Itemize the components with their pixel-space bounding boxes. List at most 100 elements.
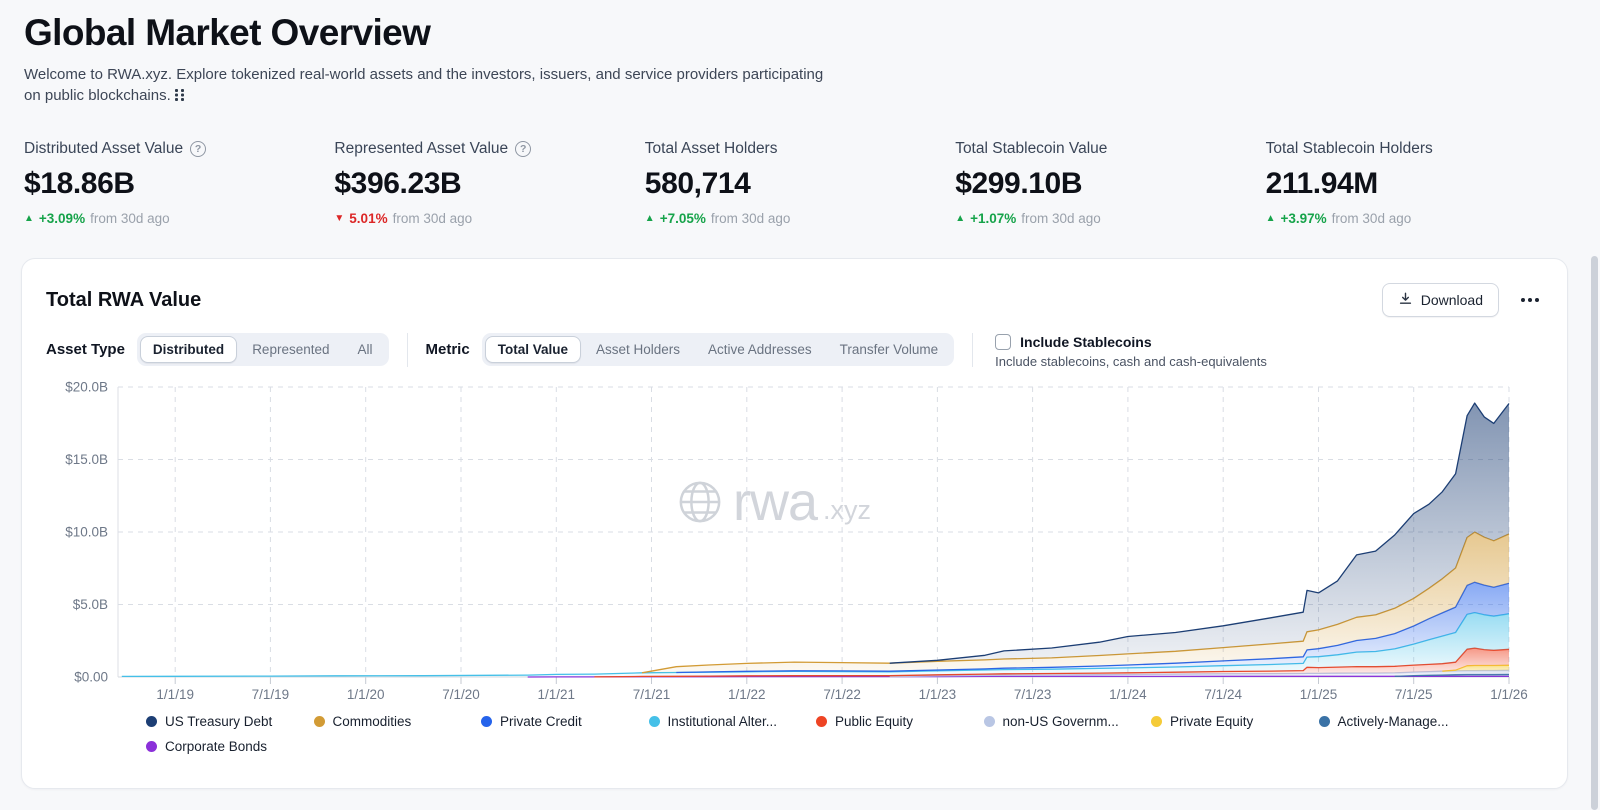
include-stablecoins-checkbox[interactable] [995,334,1012,350]
delta-suffix: from 30d ago [90,211,170,226]
stat-card-total-stablecoin-holders: Total Stablecoin Holders 211.94M ▲ +3.97%… [1266,140,1576,226]
legend-dot [481,715,492,727]
page-subtitle: Welcome to RWA.xyz. Explore tokenized re… [24,64,824,108]
delta-percent: +1.07% [970,211,1017,226]
legend-label: Public Equity [835,713,914,729]
page-subtitle-text: Welcome to RWA.xyz. Explore tokenized re… [24,66,824,104]
svg-text:1/1/25: 1/1/25 [1300,687,1338,702]
stat-label: Distributed Asset Value [24,140,184,157]
delta-suffix: from 30d ago [1331,211,1412,226]
include-stablecoins-label: Include Stablecoins [1020,334,1152,350]
svg-text:$20.0B: $20.0B [65,380,108,395]
svg-text:1/1/26: 1/1/26 [1490,687,1528,702]
svg-text:$10.0B: $10.0B [65,525,108,540]
help-icon[interactable]: ? [515,141,532,157]
metric-option-transfer-volume[interactable]: Transfer Volume [827,336,952,363]
legend-dot [983,715,995,727]
stat-label: Total Stablecoin Holders [1265,140,1433,157]
svg-text:7/1/20: 7/1/20 [442,687,480,702]
legend-dot [146,740,157,752]
svg-text:1/1/21: 1/1/21 [538,687,576,702]
page-header: Global Market Overview Welcome to RWA.xy… [24,12,824,108]
asset-type-option-represented[interactable]: Represented [239,336,342,363]
svg-text:7/1/19: 7/1/19 [252,687,290,702]
legend-item-actively-managed[interactable]: Actively-Manage... [1318,711,1487,731]
delta-arrow-icon: ▲ [24,213,34,224]
svg-text:1/1/24: 1/1/24 [1109,687,1147,702]
svg-text:$0.00: $0.00 [74,670,108,685]
delta-arrow-icon: ▲ [1265,213,1276,224]
legend-item-private-credit[interactable]: Private Credit [481,711,649,731]
svg-text:1/1/23: 1/1/23 [919,687,957,702]
delta-percent: +7.05% [659,211,706,226]
download-button[interactable]: Download [1381,283,1499,317]
delta-suffix: from 30d ago [392,211,473,226]
asset-type-label: Asset Type [46,341,125,358]
legend-item-corporate-bonds[interactable]: Corporate Bonds [146,736,314,756]
asset-type-option-distributed[interactable]: Distributed [139,336,238,363]
metric-option-asset-holders[interactable]: Asset Holders [583,336,693,363]
blockchain-dots-icon [174,87,185,108]
global-market-overview-page: Global Market Overview Welcome to RWA.xy… [0,0,1600,810]
asset-type-option-all[interactable]: All [345,336,386,363]
legend-label: US Treasury Debt [165,713,273,729]
area-series-8 [121,403,1509,677]
delta-arrow-icon: ▲ [955,213,966,224]
legend-label: non-US Governm... [1002,713,1119,729]
stat-card-total-asset-holders: Total Asset Holders 580,714 ▲ +7.05% from … [645,140,955,226]
legend-dot [1151,715,1162,727]
delta-percent: +3.09% [38,211,86,226]
legend-label: Corporate Bonds [165,738,268,754]
legend-item-public-equity[interactable]: Public Equity [816,711,984,731]
stat-label: Total Stablecoin Value [955,140,1108,157]
legend-dot [816,715,827,727]
delta-arrow-icon: ▼ [334,213,345,224]
total-rwa-value-chart[interactable]: $20.0B $15.0B $10.0B $5.0B $0.00 1/1/19 7/1/19… [22,369,1569,709]
svg-text:7/1/23: 7/1/23 [1014,687,1052,702]
help-icon[interactable]: ? [190,141,207,157]
metric-segmented-control: Total Value Asset Holders Active Address… [481,333,955,366]
stat-card-represented-asset-value: Represented Asset Value? $396.23B ▼ 5.01%… [334,140,644,226]
stat-value: 580,714 [644,167,751,200]
svg-text:7/1/24: 7/1/24 [1204,687,1242,702]
delta-percent: +3.97% [1280,211,1327,226]
metric-option-active-addresses[interactable]: Active Addresses [695,336,825,363]
stat-label: Represented Asset Value [334,140,509,157]
delta-suffix: from 30d ago [1021,211,1101,226]
download-label: Download [1420,292,1483,308]
stat-label: Total Asset Holders [644,140,778,157]
more-options-button[interactable] [1517,292,1543,308]
legend-item-institutional-alternative[interactable]: Institutional Alter... [648,711,817,731]
vertical-scrollbar[interactable] [1591,256,1598,810]
legend-label: Commodities [332,713,412,729]
legend-label: Private Credit [500,713,582,729]
legend-item-private-equity[interactable]: Private Equity [1151,711,1319,731]
svg-text:7/1/21: 7/1/21 [633,687,671,702]
stat-card-distributed-asset-value: Distributed Asset Value? $18.86B ▲ +3.09%… [24,140,334,226]
legend-item-us-treasury-debt[interactable]: US Treasury Debt [146,711,314,731]
legend-label: Institutional Alter... [667,713,778,729]
download-icon [1398,291,1413,309]
include-stablecoins-description: Include stablecoins, cash and cash-equiv… [995,354,1267,369]
legend-item-non-us-government-debt[interactable]: non-US Governm... [983,711,1152,731]
page-title: Global Market Overview [24,12,431,53]
svg-text:1/1/19: 1/1/19 [156,687,194,702]
legend-label: Private Equity [1170,713,1254,729]
legend-dot [1318,715,1330,727]
legend-dot [313,715,325,727]
stat-value: $18.86B [24,167,135,200]
include-stablecoins-row[interactable]: Include Stablecoins [995,334,1267,350]
include-stablecoins-block: Include Stablecoins Include stablecoins,… [995,333,1267,369]
legend-item-commodities[interactable]: Commodities [313,711,482,731]
divider [972,333,974,367]
stats-row: Distributed Asset Value? $18.86B ▲ +3.09%… [24,140,1576,226]
delta-suffix: from 30d ago [710,211,791,226]
total-rwa-value-card: Total RWA Value Download Asset Type Dist… [21,258,1568,789]
stat-card-total-stablecoin-value: Total Stablecoin Value $299.10B ▲ +1.07% f… [955,140,1265,226]
metric-label: Metric [425,341,470,358]
legend-label: Actively-Manage... [1337,713,1449,729]
stat-value: $299.10B [955,167,1083,200]
metric-option-total-value[interactable]: Total Value [484,336,581,363]
svg-text:$15.0B: $15.0B [65,452,108,467]
svg-text:1/1/20: 1/1/20 [347,687,385,702]
